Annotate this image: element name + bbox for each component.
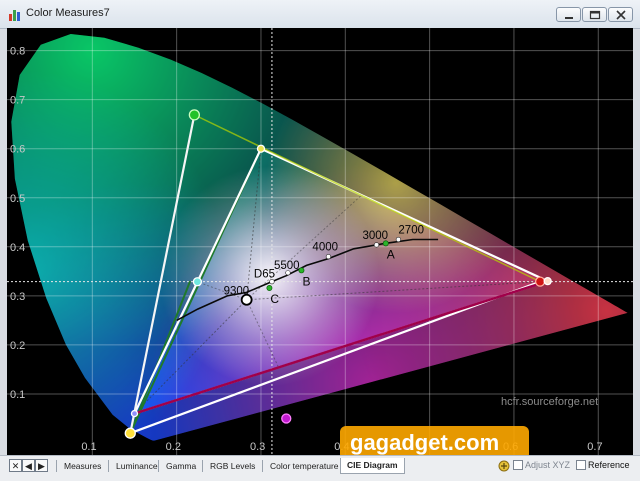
y-tick-label: 0.5 [10,193,25,205]
green-primary-point [188,109,201,121]
cct-label: D65 [254,269,275,281]
tab-separator [158,460,159,472]
blue-primary-point [124,427,136,439]
cyan-secondary-point [192,277,203,287]
blue-target-point [130,409,139,418]
source-label: hcfr.sourceforge.net [501,396,598,408]
cct-label: 3000 [362,230,388,242]
red-target-point [543,276,552,286]
y-tick-label: 0.1 [10,389,25,401]
x-tick-label: 0.3 [250,441,265,453]
y-tick-label: 0.6 [10,144,25,156]
cct-point [325,254,332,260]
maximize-button[interactable] [582,7,607,22]
app-icon [9,10,20,21]
title-bar: Color Measures7 [0,0,640,29]
window-title: Color Measures7 [26,7,110,19]
x-tick-label: 0.1 [81,441,96,453]
illuminant-point [266,285,273,291]
cct-point [395,236,402,243]
y-tick-label: 0.4 [10,242,25,254]
tab-luminance[interactable]: Luminance [110,459,164,473]
cct-label: 2700 [398,224,424,236]
reference-checkbox[interactable] [576,460,586,470]
tab-cie-diagram[interactable]: CIE Diagram [340,458,405,474]
minimize-icon [565,17,573,19]
y-tick-label: 0.7 [10,95,25,107]
next-tab-button[interactable]: ▶ [35,459,48,472]
tab-color-temperature[interactable]: Color temperature [264,459,345,473]
watermark-text: gagadget.com [350,430,499,455]
illuminant-label: B [302,274,310,288]
status-bar: ✕ ◀ ▶ Measures Luminance Gamma RGB Level… [0,455,640,481]
x-tick-label: 0.2 [166,441,181,453]
adjust-xyz-checkbox[interactable] [513,460,523,470]
x-tick-label: 0.7 [587,441,602,453]
green-target-point [256,144,266,153]
tab-separator [262,460,263,472]
cct-point [373,242,380,248]
cie-diagram-plot[interactable]: 2700300040005500D659300ABC0.10.20.30.40.… [7,28,633,455]
adjust-xyz-label: Adjust XYZ [525,460,571,470]
tab-separator [56,460,57,472]
tab-rgb-levels[interactable]: RGB Levels [204,459,261,473]
measured-white-point [240,293,253,306]
minimize-button[interactable] [556,7,581,22]
y-tick-label: 0.8 [10,46,25,58]
y-tick-label: 0.2 [10,340,25,352]
tab-measures[interactable]: Measures [58,459,107,473]
magenta-secondary-point [281,413,292,424]
illuminant-label: A [387,247,395,261]
watermark: gagadget.com [340,426,529,455]
tab-separator [202,460,203,472]
cie-chart: 2700300040005500D659300ABC0.10.20.30.40.… [7,28,633,455]
cct-label: 5500 [274,260,300,272]
maximize-icon [589,10,601,20]
cct-label: 4000 [312,242,338,254]
red-primary-point [534,276,546,287]
illuminant-point [298,267,305,274]
tab-separator [108,460,109,472]
close-view-button[interactable]: ✕ [9,459,22,472]
tab-gamma[interactable]: Gamma [160,459,202,473]
prev-tab-button[interactable]: ◀ [22,459,35,472]
reference-label: Reference [588,460,630,470]
close-icon [616,10,626,20]
illuminant-label: C [270,292,279,306]
illuminant-point [382,240,389,247]
adjust-xyz-icon [498,460,510,472]
y-tick-label: 0.3 [10,291,25,303]
close-button[interactable] [608,7,633,22]
